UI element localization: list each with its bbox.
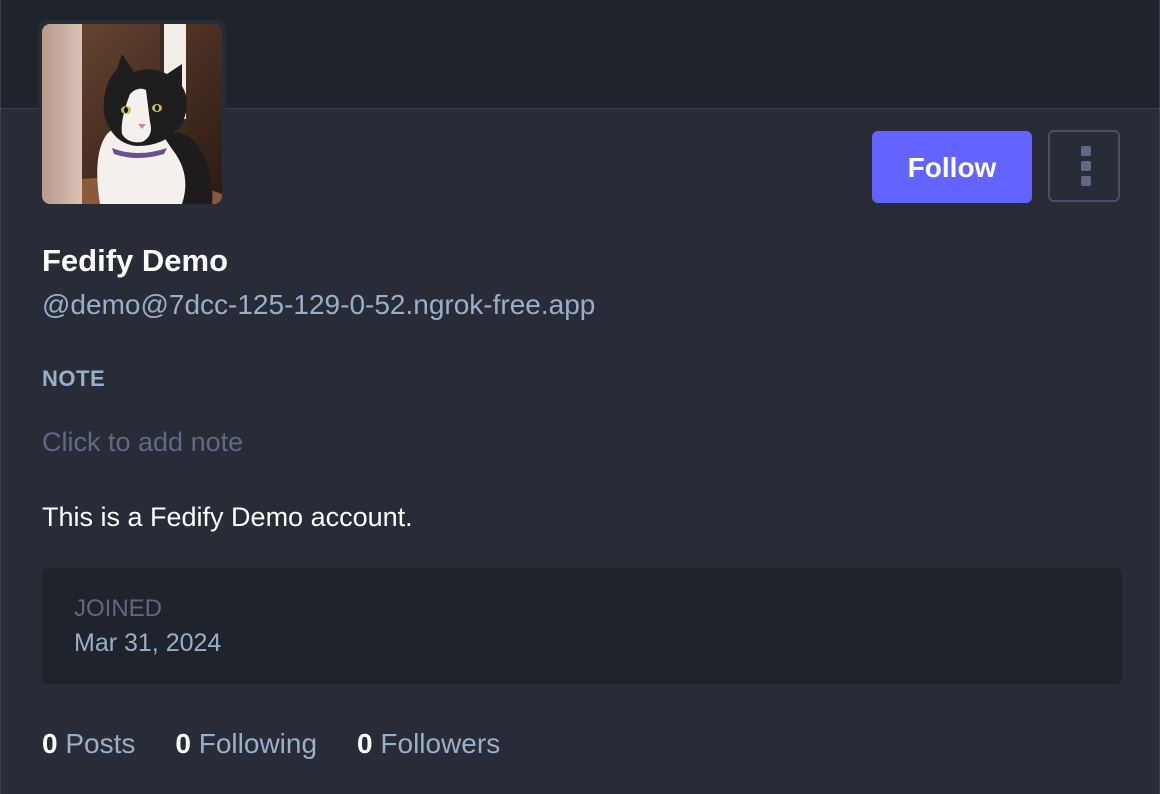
avatar-frame	[38, 20, 226, 208]
posts-count: 0	[42, 728, 58, 759]
note-label: NOTE	[42, 366, 106, 391]
follow-button[interactable]: Follow	[872, 131, 1032, 203]
followers-label: Followers	[380, 728, 501, 759]
field-name-joined: JOINED	[74, 595, 163, 622]
posts-counter[interactable]: 0 Posts	[42, 728, 135, 760]
account-counters: 0 Posts 0 Following 0 Followers	[42, 728, 500, 760]
field-value-joined: Mar 31, 2024	[74, 629, 222, 657]
followers-count: 0	[357, 728, 373, 759]
following-counter[interactable]: 0 Following	[175, 728, 317, 760]
followers-counter[interactable]: 0 Followers	[357, 728, 500, 760]
display-name: Fedify Demo	[42, 243, 229, 278]
more-options-button[interactable]	[1048, 130, 1120, 202]
profile-fields: JOINED Mar 31, 2024	[42, 568, 1122, 684]
following-count: 0	[175, 728, 191, 759]
cat-photo-avatar	[42, 24, 222, 204]
account-profile-page: Follow Fedify Demo @demo@7dcc-125-129-0-…	[0, 0, 1160, 794]
posts-label: Posts	[65, 728, 136, 759]
following-label: Following	[198, 728, 318, 759]
account-bio: This is a Fedify Demo account.	[42, 502, 413, 532]
note-input[interactable]: Click to add note	[42, 427, 642, 461]
account-handle: @demo@7dcc-125-129-0-52.ngrok-free.app	[42, 289, 596, 320]
avatar[interactable]	[42, 24, 222, 204]
